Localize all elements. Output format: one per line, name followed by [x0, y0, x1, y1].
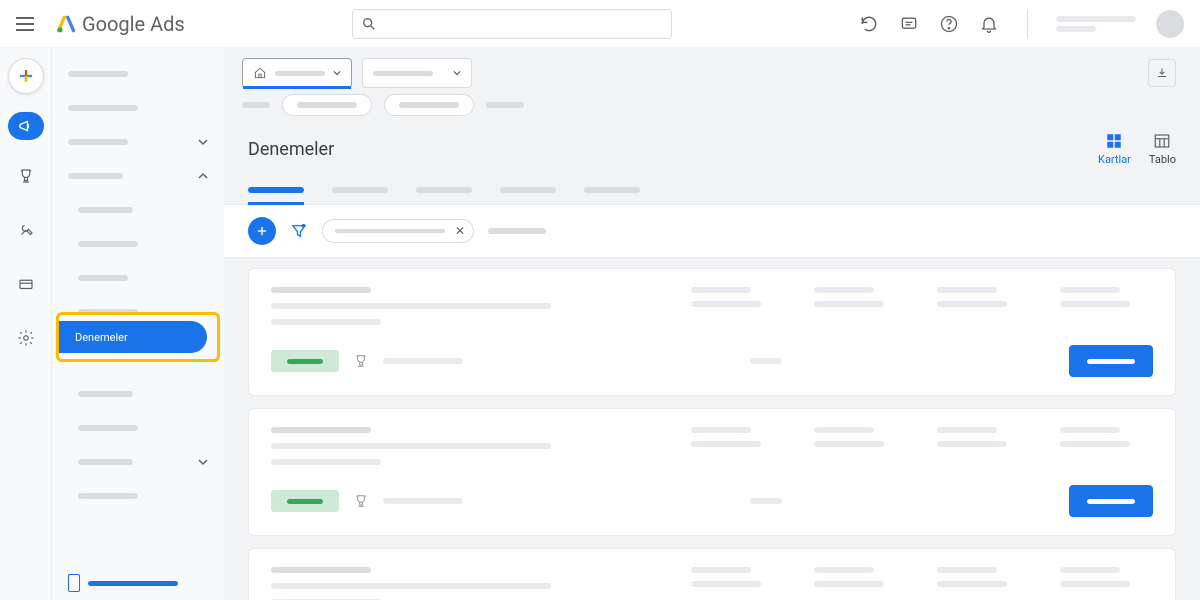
- sidebar-item[interactable]: [52, 130, 224, 154]
- scope-account-select[interactable]: [242, 58, 352, 88]
- card-action-button[interactable]: [1069, 345, 1153, 377]
- help-icon[interactable]: [939, 14, 959, 34]
- tab[interactable]: [332, 176, 388, 204]
- avatar[interactable]: [1156, 10, 1184, 38]
- trophy-icon: [353, 493, 369, 509]
- brand-text: Google Ads: [82, 12, 185, 36]
- breadcrumb-chip[interactable]: [384, 94, 474, 116]
- scope-toolbar: [224, 48, 1200, 88]
- filter-icon[interactable]: [290, 222, 308, 240]
- active-filter-chip[interactable]: ✕: [322, 219, 474, 243]
- status-badge: [271, 350, 339, 372]
- home-icon: [253, 66, 267, 80]
- card-icon: [17, 275, 35, 293]
- chevron-down-icon: [198, 457, 208, 467]
- tab[interactable]: [500, 176, 556, 204]
- remove-filter-button[interactable]: ✕: [453, 224, 467, 238]
- sidebar-item[interactable]: [52, 484, 224, 508]
- sidebar-footer[interactable]: [68, 574, 208, 592]
- page-header: Denemeler Kartlar Tablo: [224, 122, 1200, 166]
- rail-billing[interactable]: [8, 266, 44, 302]
- ads-logo-icon: [56, 14, 76, 34]
- create-button[interactable]: [8, 58, 44, 94]
- sidebar-item[interactable]: [52, 164, 224, 188]
- view-toggle: Kartlar Tablo: [1098, 132, 1176, 166]
- breadcrumb-chip[interactable]: [282, 94, 372, 116]
- sidebar-item-experiments[interactable]: Denemeler: [59, 321, 207, 353]
- card-action-button[interactable]: [1069, 485, 1153, 517]
- sidebar-item[interactable]: [52, 62, 224, 86]
- menu-icon[interactable]: [16, 12, 40, 36]
- page-tabs: [224, 176, 1200, 205]
- chevron-down-icon: [453, 69, 461, 77]
- sidebar-item[interactable]: [52, 232, 224, 256]
- highlighted-nav-item: Denemeler: [56, 312, 220, 362]
- sidebar-item[interactable]: [52, 96, 224, 120]
- chevron-down-icon: [333, 69, 341, 77]
- app-header: Google Ads: [0, 0, 1200, 48]
- gear-icon: [17, 329, 35, 347]
- tools-icon: [17, 221, 35, 239]
- sidebar-item[interactable]: [52, 266, 224, 290]
- notifications-icon[interactable]: [979, 14, 999, 34]
- breadcrumb: [224, 88, 1200, 122]
- table-icon: [1153, 132, 1171, 150]
- view-table-button[interactable]: Tablo: [1149, 132, 1176, 166]
- chat-icon[interactable]: [899, 14, 919, 34]
- plus-multicolor-icon: [17, 67, 35, 85]
- add-experiment-button[interactable]: [248, 217, 276, 245]
- experiment-card: [248, 408, 1176, 536]
- experiment-card: [248, 268, 1176, 396]
- sidebar-item-label: Denemeler: [75, 331, 128, 344]
- tab[interactable]: [248, 176, 304, 204]
- brand-logo[interactable]: Google Ads: [56, 12, 185, 36]
- status-badge: [271, 490, 339, 512]
- chevron-up-icon: [198, 171, 208, 181]
- trophy-icon: [17, 167, 35, 185]
- sidebar-item[interactable]: [52, 198, 224, 222]
- phone-icon: [68, 574, 80, 592]
- experiment-card: [248, 548, 1176, 600]
- left-rail: [0, 48, 52, 600]
- chevron-down-icon: [198, 137, 208, 147]
- view-table-label: Tablo: [1149, 153, 1176, 166]
- main-content: Denemeler Kartlar Tablo: [224, 48, 1200, 600]
- sidebar-item[interactable]: [52, 416, 224, 440]
- scope-campaign-select[interactable]: [362, 58, 472, 88]
- search-input[interactable]: [385, 16, 663, 31]
- filter-bar: ✕: [224, 205, 1200, 258]
- account-info[interactable]: [1056, 16, 1136, 32]
- cards-icon: [1105, 132, 1123, 150]
- page-title: Denemeler: [248, 139, 334, 160]
- view-cards-label: Kartlar: [1098, 153, 1131, 166]
- experiment-cards-list: [224, 258, 1200, 600]
- rail-goals[interactable]: [8, 158, 44, 194]
- megaphone-icon: [17, 117, 35, 135]
- divider: [1027, 10, 1028, 38]
- download-button[interactable]: [1148, 59, 1176, 87]
- tab[interactable]: [584, 176, 640, 204]
- header-actions: [859, 10, 1184, 38]
- rail-campaigns[interactable]: [8, 112, 44, 140]
- tab[interactable]: [416, 176, 472, 204]
- view-cards-button[interactable]: Kartlar: [1098, 132, 1131, 166]
- search-icon: [361, 16, 377, 32]
- trophy-icon: [353, 353, 369, 369]
- download-icon: [1155, 66, 1169, 80]
- sidebar-item[interactable]: [52, 382, 224, 406]
- refresh-icon[interactable]: [859, 14, 879, 34]
- global-search[interactable]: [352, 9, 672, 39]
- rail-tools[interactable]: [8, 212, 44, 248]
- sidebar-item[interactable]: [52, 450, 224, 474]
- plus-icon: [255, 224, 269, 238]
- sidebar: Denemeler: [52, 48, 224, 600]
- rail-settings[interactable]: [8, 320, 44, 356]
